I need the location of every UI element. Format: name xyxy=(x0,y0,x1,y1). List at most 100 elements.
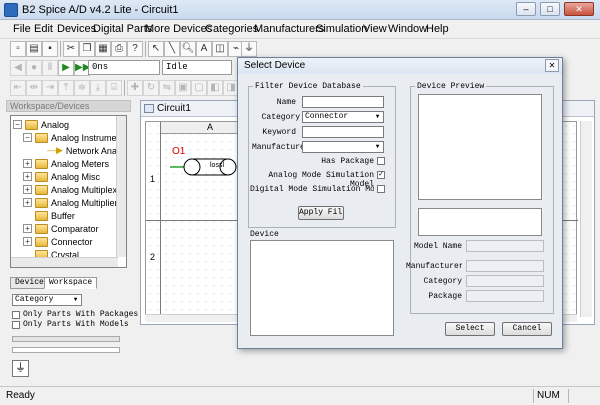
menu-more-devices[interactable]: More Devices xyxy=(145,23,212,35)
ground-symbol-icon[interactable]: ⏚ xyxy=(12,360,29,377)
ground-icon[interactable]: ⏚ xyxy=(241,41,257,57)
menu-window[interactable]: Window xyxy=(388,23,427,35)
align-top-icon[interactable]: ⤒ xyxy=(58,80,74,96)
name-field[interactable] xyxy=(302,96,384,108)
analog-model-checkbox[interactable]: ✓ xyxy=(377,171,385,179)
align-right-icon[interactable]: ⇥ xyxy=(42,80,58,96)
expand-icon[interactable]: + xyxy=(23,224,32,233)
only-packages-row[interactable]: Only Parts With Packages xyxy=(12,310,138,319)
graph-icon[interactable]: ◫ xyxy=(212,41,228,57)
menu-edit[interactable]: Edit xyxy=(34,23,53,35)
tree-item[interactable]: − Analog xyxy=(13,118,69,131)
tree-item[interactable]: + Connector xyxy=(23,235,93,248)
dialog-title: Select Device xyxy=(238,58,562,74)
tree-horizontal-scrollbar[interactable] xyxy=(11,257,118,267)
menu-categories[interactable]: Categories xyxy=(205,23,258,35)
circuit-doc-icon xyxy=(144,104,154,113)
collapse-icon[interactable]: − xyxy=(13,120,22,129)
only-models-checkbox[interactable] xyxy=(12,320,20,329)
rotate-icon[interactable]: ↻ xyxy=(143,80,159,96)
menu-simulation[interactable]: Simulation xyxy=(316,23,367,35)
maximize-button[interactable]: □ xyxy=(540,2,560,16)
expand-icon[interactable]: + xyxy=(23,185,32,194)
align-bottom-icon[interactable]: ⤓ xyxy=(90,80,106,96)
tree-item[interactable]: − Analog Instrumen xyxy=(23,131,122,144)
category-dropdown[interactable]: Connector ▼ xyxy=(302,111,384,123)
only-models-row[interactable]: Only Parts With Models xyxy=(12,320,129,329)
tree-item[interactable]: + Analog Multiplier xyxy=(23,196,118,209)
digital-model-checkbox[interactable] xyxy=(377,185,385,193)
pointer-icon[interactable]: ↖ xyxy=(148,41,164,57)
align-center-icon[interactable]: ⇹ xyxy=(26,80,42,96)
tab-workspace[interactable]: Workspace xyxy=(44,277,98,289)
title-bar: B2 Spice A/D v4.2 Lite - Circuit1 – □ ✕ xyxy=(0,0,600,20)
tree-item[interactable]: + Analog Meters xyxy=(23,157,109,170)
align-middle-icon[interactable]: ≑ xyxy=(74,80,90,96)
tree-item-label: Connector xyxy=(51,236,93,247)
menu-file[interactable]: File xyxy=(13,23,31,35)
tree-item[interactable]: + Comparator xyxy=(23,222,99,235)
print-icon[interactable]: ⎙ xyxy=(111,41,127,57)
open-icon[interactable]: ▤ xyxy=(26,41,42,57)
minimize-button[interactable]: – xyxy=(516,2,536,16)
group-icon[interactable]: ▣ xyxy=(175,80,191,96)
close-button[interactable]: ✕ xyxy=(564,2,594,16)
keyword-field[interactable] xyxy=(302,126,384,138)
menu-manufacturers[interactable]: Manufacturers xyxy=(254,23,324,35)
save-icon[interactable]: ▪ xyxy=(42,41,58,57)
tree-item[interactable]: Buffer xyxy=(35,209,75,222)
chevron-down-icon: ▼ xyxy=(375,143,380,150)
front-icon[interactable]: ◧ xyxy=(207,80,223,96)
manufacturer-dropdown[interactable]: ▼ xyxy=(302,141,384,153)
cancel-button[interactable]: Cancel xyxy=(502,322,552,336)
distribute-icon[interactable]: ⌸ xyxy=(106,80,122,96)
part-tag: lossl xyxy=(210,162,225,169)
tree-item[interactable]: + Analog Multiplex xyxy=(23,183,117,196)
dialog-close-icon[interactable]: ✕ xyxy=(545,59,559,72)
copy-icon[interactable]: ❐ xyxy=(79,41,95,57)
tree-item[interactable]: + Analog Misc xyxy=(23,170,100,183)
has-package-checkbox[interactable] xyxy=(377,157,385,165)
ungroup-icon[interactable]: ▢ xyxy=(191,80,207,96)
menu-help[interactable]: Help xyxy=(426,23,449,35)
collapse-icon[interactable]: − xyxy=(23,133,32,142)
package-info-label: Package xyxy=(428,292,462,301)
select-button[interactable]: Select xyxy=(445,322,495,336)
tree-item[interactable]: —▶ Network Anal xyxy=(47,144,119,157)
panel-slider[interactable] xyxy=(12,336,120,342)
step-icon[interactable]: ▶ xyxy=(58,60,74,76)
help-icon[interactable]: ? xyxy=(127,41,143,57)
new-icon[interactable]: ▫ xyxy=(10,41,26,57)
grid-icon[interactable]: ✚ xyxy=(127,80,143,96)
circuit-vertical-scrollbar[interactable] xyxy=(580,121,592,317)
app-icon xyxy=(4,3,18,17)
expand-icon[interactable]: + xyxy=(23,198,32,207)
only-packages-checkbox[interactable] xyxy=(12,310,20,319)
text-tool-icon[interactable]: A xyxy=(196,41,212,57)
tree-vertical-scrollbar[interactable] xyxy=(116,116,126,257)
folder-icon xyxy=(25,119,38,130)
only-models-label: Only Parts With Models xyxy=(23,320,129,329)
menu-digital-parts[interactable]: Digital Parts xyxy=(93,23,152,35)
apply-filter-button[interactable]: Apply Filter xyxy=(298,206,344,220)
paste-icon[interactable]: ▦ xyxy=(95,41,111,57)
row-label-1: 1 xyxy=(150,174,156,184)
align-left-icon[interactable]: ⇤ xyxy=(10,80,26,96)
device-preview xyxy=(418,94,542,200)
only-packages-label: Only Parts With Packages xyxy=(23,310,139,319)
zoom-icon[interactable]: 🔍︎ xyxy=(180,41,196,57)
menu-view[interactable]: View xyxy=(363,23,387,35)
device-list[interactable] xyxy=(250,240,394,336)
category-select[interactable]: Category ▼ xyxy=(12,294,82,306)
stop-icon[interactable]: ● xyxy=(26,60,42,76)
pause-icon[interactable]: Ⅱ xyxy=(42,60,58,76)
cut-icon[interactable]: ✂ xyxy=(63,41,79,57)
rewind-icon[interactable]: ◀ xyxy=(10,60,26,76)
flip-icon[interactable]: ⇋ xyxy=(159,80,175,96)
expand-icon[interactable]: + xyxy=(23,237,32,246)
wire-icon[interactable]: ╲ xyxy=(164,41,180,57)
expand-icon[interactable]: + xyxy=(23,159,32,168)
panel-slider-2[interactable] xyxy=(12,347,120,353)
expand-icon[interactable]: + xyxy=(23,172,32,181)
menu-devices[interactable]: Devices xyxy=(57,23,96,35)
